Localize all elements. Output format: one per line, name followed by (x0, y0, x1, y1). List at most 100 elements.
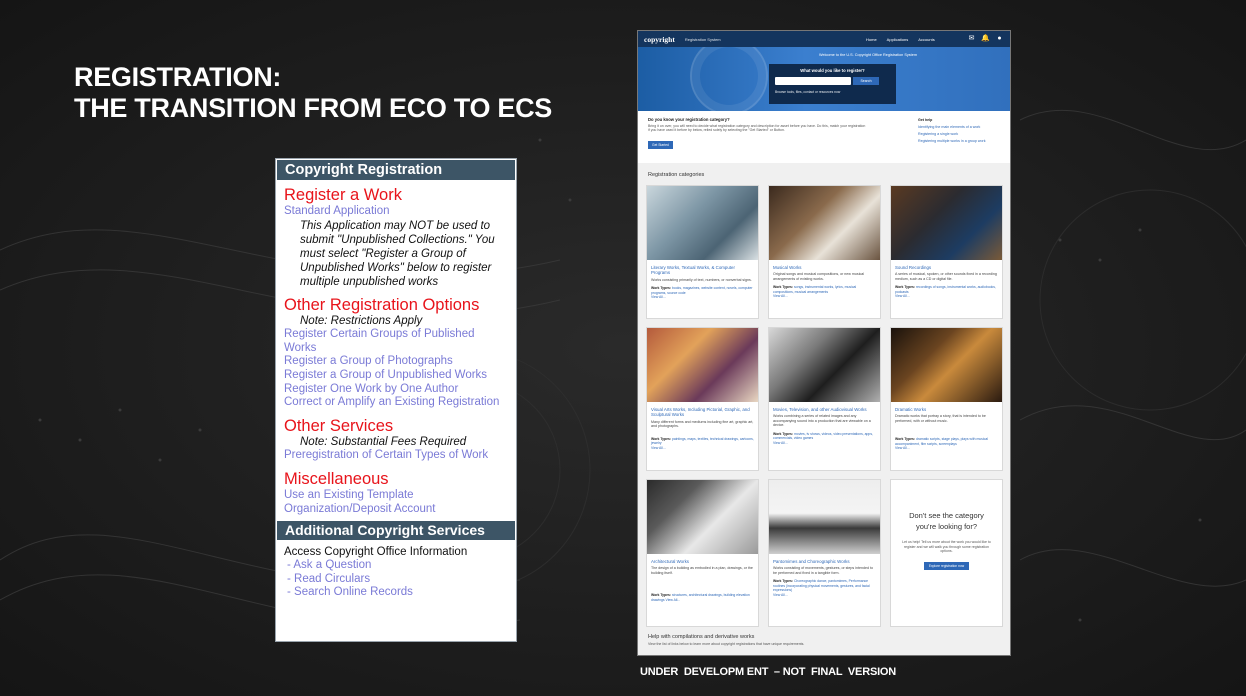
explore-registration-button[interactable]: Explore registration now (923, 561, 970, 570)
view-all-link[interactable]: View All... (651, 446, 666, 450)
read-circulars-link[interactable]: - Read Circulars (284, 573, 516, 587)
card-title[interactable]: Architectural Works (647, 554, 758, 564)
card-types: Work Types: songs, instrumental works, l… (773, 285, 857, 299)
nav-accounts[interactable]: Accounts (918, 37, 934, 42)
view-all-link[interactable]: View All... (773, 593, 788, 597)
view-all-link[interactable]: View All... (651, 295, 666, 299)
ecs-logo[interactable]: copyright (644, 35, 675, 44)
slide-title: REGISTRATION: THE TRANSITION FROM ECO TO… (74, 62, 552, 124)
card-desc: Works combining a series of related imag… (773, 414, 871, 428)
movies-photo (769, 328, 880, 402)
dont-see-text: Let us help! Tell us more about the work… (902, 540, 991, 553)
deposit-account-link[interactable]: Organization/Deposit Account (284, 503, 508, 517)
ecs-search-input[interactable] (775, 77, 851, 85)
view-all-link[interactable]: View All... (895, 294, 910, 298)
card-title[interactable]: Sound Recordings (891, 260, 1002, 270)
under-development-note: UNDER DEVELOPM ENT – NOT FINAL VERSION (640, 666, 897, 678)
architectural-photo (647, 480, 758, 554)
view-all-link[interactable]: View All... (666, 598, 681, 602)
dramatic-photo (891, 328, 1002, 402)
nav-applications[interactable]: Applications (887, 37, 909, 42)
compilations-text: View the list of links below to learn mo… (648, 642, 805, 646)
existing-template-link[interactable]: Use an Existing Template (284, 489, 508, 503)
eco-registration-panel: Copyright Registration Register a Work S… (275, 158, 517, 642)
card-title[interactable]: Literary Works, Textual Works, & Compute… (647, 260, 758, 276)
card-architectural[interactable]: Architectural Works The design of a buil… (646, 479, 759, 627)
register-group-photographs-link[interactable]: Register a Group of Photographs (284, 355, 508, 369)
card-title[interactable]: Pantomimes and Choreographic Works (769, 554, 880, 564)
ecs-info-section: Do you know your registration category? … (638, 111, 1010, 163)
card-musical[interactable]: Musical Works Original songs and musical… (768, 185, 881, 319)
bell-icon[interactable]: 🔔 (981, 34, 990, 43)
sound-photo (891, 186, 1002, 260)
card-dramatic[interactable]: Dramatic Works Dramatic works that portr… (890, 327, 1003, 471)
card-literary[interactable]: Literary Works, Textual Works, & Compute… (646, 185, 759, 319)
register-group-unpublished-link[interactable]: Register a Group of Unpublished Works (284, 369, 508, 383)
dont-see-title: Don't see the category you're looking fo… (909, 511, 984, 531)
ecs-navbar: copyright Registration System Home Appli… (638, 31, 1010, 47)
card-types: Work Types: dramatic scripts, stage play… (895, 437, 988, 451)
card-pantomimes[interactable]: Pantomimes and Choreographic Works Works… (768, 479, 881, 627)
help-link-single[interactable]: Registering a single work (918, 131, 986, 138)
get-started-button[interactable]: Get Started (648, 140, 673, 149)
miscellaneous-heading: Miscellaneous (284, 469, 389, 488)
ask-question-link[interactable]: - Ask a Question (284, 559, 516, 573)
ecs-system-name: Registration System (684, 36, 721, 42)
mail-icon[interactable]: ✉ (967, 34, 976, 43)
search-question: What would you like to register? (800, 68, 865, 73)
card-dont-see-category: Don't see the category you're looking fo… (890, 479, 1003, 627)
pantomimes-photo (769, 480, 880, 554)
correct-amplify-link[interactable]: Correct or Amplify an Existing Registrat… (284, 396, 508, 410)
card-sound[interactable]: Sound Recordings A series of musical, sp… (890, 185, 1003, 319)
additional-services-header: Additional Copyright Services (277, 521, 515, 541)
ecs-search-button[interactable]: Search (853, 77, 879, 85)
view-all-link[interactable]: View All... (895, 446, 910, 450)
ecs-welcome-text: Welcome to the U.S. Copyright Office Reg… (819, 53, 917, 57)
card-types: Work Types: recordings of songs, instrum… (895, 285, 996, 299)
fees-note: Note: Substantial Fees Required (300, 435, 467, 448)
card-title[interactable]: Dramatic Works (891, 402, 1002, 412)
card-title[interactable]: Movies, Television, and other Audiovisua… (769, 402, 880, 412)
register-groups-published-link[interactable]: Register Certain Groups of Published Wor… (284, 328, 508, 355)
access-info-text: Access Copyright Office Information (284, 546, 468, 559)
get-help-title: Get help (918, 118, 933, 122)
view-all-link[interactable]: View All... (773, 294, 788, 298)
card-desc: Works consisting of movements, gestures,… (773, 566, 874, 575)
ecs-screenshot: copyright Registration System Home Appli… (637, 30, 1011, 656)
user-icon[interactable]: ● (995, 34, 1004, 43)
standard-application-note: This Application may NOT be used to subm… (300, 219, 495, 288)
slide-title-line1: REGISTRATION: (74, 62, 282, 92)
card-visual-arts[interactable]: Visual Arts Works, Including Pictorial, … (646, 327, 759, 471)
card-title[interactable]: Visual Arts Works, Including Pictorial, … (647, 402, 758, 418)
compilations-title: Help with compilations and derivative wo… (648, 634, 755, 640)
register-one-work-link[interactable]: Register One Work by One Author (284, 383, 508, 397)
other-options-heading: Other Registration Options (284, 295, 480, 314)
ecs-search-box: What would you like to register? Search … (769, 64, 896, 104)
nav-home[interactable]: Home (866, 37, 877, 42)
card-movies[interactable]: Movies, Television, and other Audiovisua… (768, 327, 881, 471)
preregistration-link[interactable]: Preregistration of Certain Types of Work (284, 449, 508, 463)
card-types: Work Types: books, magazines, website co… (651, 286, 753, 300)
help-link-multiple[interactable]: Registering multiple works in a group wo… (918, 138, 986, 145)
card-types: Work Types: structures, architectural dr… (651, 593, 750, 602)
literary-photo (647, 186, 758, 260)
slide-title-line2: THE TRANSITION FROM ECO TO ECS (74, 93, 553, 123)
search-records-link[interactable]: - Search Online Records (284, 586, 516, 600)
compilations-section: Help with compilations and derivative wo… (648, 634, 804, 646)
musical-photo (769, 186, 880, 260)
card-desc: The design of a building as embodied in … (651, 566, 753, 575)
card-title[interactable]: Musical Works (769, 260, 880, 270)
get-help-panel: Get help Identifying the main elements o… (918, 117, 986, 145)
card-desc: Works consisting primarily of text, numb… (651, 277, 752, 282)
visual-arts-photo (647, 328, 758, 402)
card-desc: Dramatic works that portray a story, tha… (895, 414, 986, 423)
know-category-text: Bring it on over, you will need to decid… (648, 124, 866, 133)
register-work-heading: Register a Work (284, 186, 402, 204)
help-link-elements[interactable]: Identifying the main elements of a work (918, 124, 986, 131)
registration-categories-title: Registration categories (648, 172, 705, 178)
browse-text[interactable]: Browse tools, files, contact or resource… (775, 90, 890, 94)
standard-application-link[interactable]: Standard Application (284, 205, 508, 219)
card-desc: Original songs and musical compositions,… (773, 272, 865, 281)
view-all-link[interactable]: View All... (773, 441, 788, 445)
card-desc: A series of musical, spoken, or other so… (895, 272, 997, 281)
